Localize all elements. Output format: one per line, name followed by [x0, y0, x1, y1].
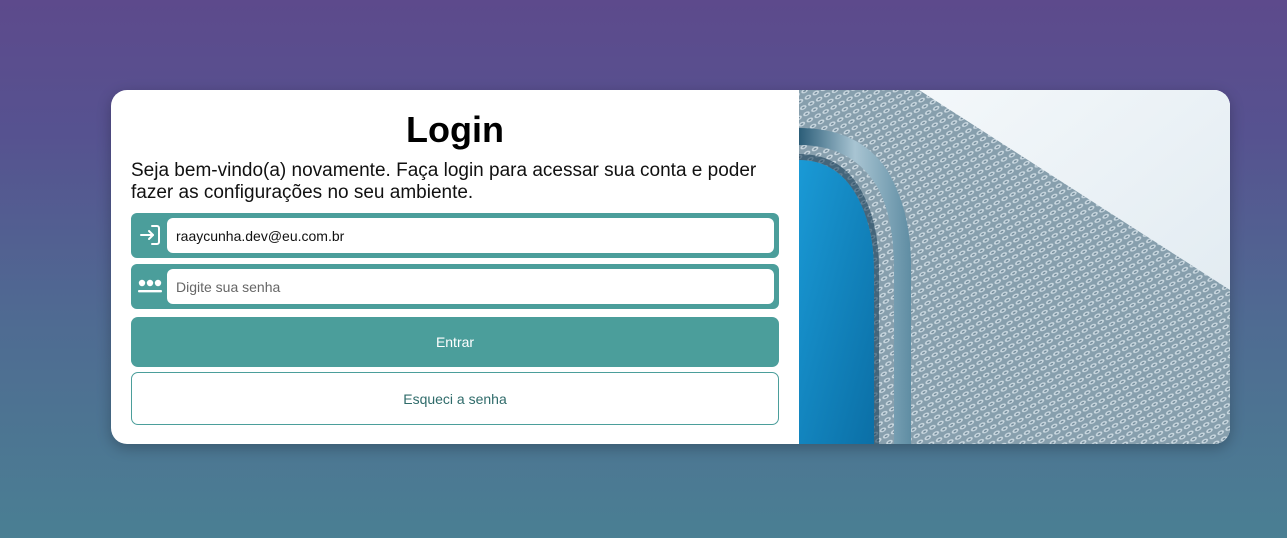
- login-arrow-icon: [136, 222, 164, 248]
- password-field-group: [131, 264, 779, 309]
- email-field-group: [131, 213, 779, 258]
- page-title: Login: [406, 109, 504, 150]
- login-button[interactable]: Entrar: [131, 317, 779, 367]
- password-input[interactable]: [167, 269, 774, 304]
- email-input[interactable]: [167, 218, 774, 253]
- password-dots-icon: [136, 273, 164, 299]
- forgot-password-button[interactable]: Esqueci a senha: [131, 372, 779, 425]
- login-card: Login Seja bem-vindo(a) novamente. Faça …: [111, 90, 1230, 444]
- login-subtitle: Seja bem-vindo(a) novamente. Faça login …: [131, 160, 757, 203]
- building-facade-image: [799, 90, 1230, 444]
- login-form: Login Seja bem-vindo(a) novamente. Faça …: [111, 90, 799, 444]
